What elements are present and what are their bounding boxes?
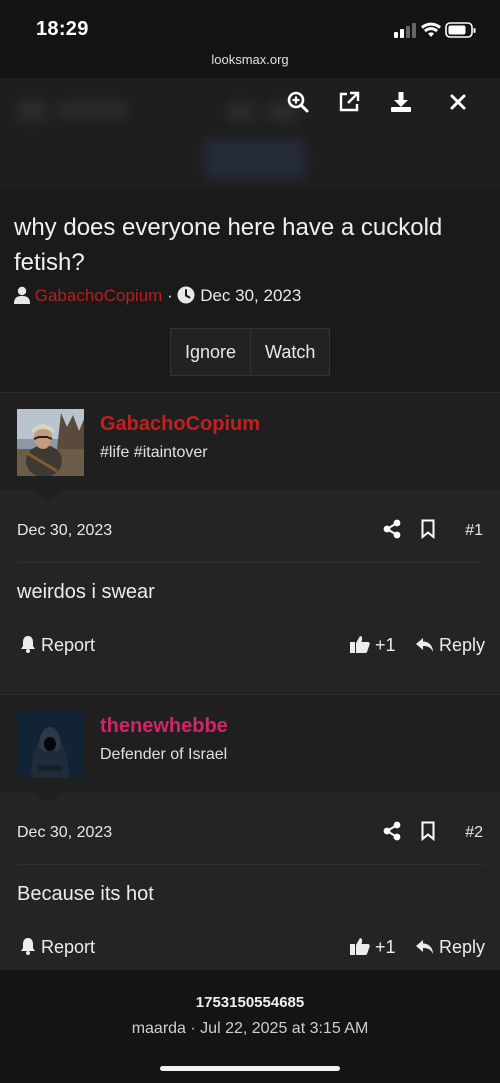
download-icon[interactable] [389,90,415,116]
close-icon[interactable] [446,90,472,116]
post: GabachoCopium #life #itaintover Dec 30, … [0,392,500,694]
report-label: Report [41,635,96,655]
status-bar: 18:29 [0,0,500,50]
thumbs-up-icon [350,636,370,653]
user-block-arrow [34,490,62,501]
report-label: Report [41,937,96,957]
thumbs-up-icon [350,938,370,955]
home-indicator[interactable] [160,1066,340,1071]
watch-button[interactable]: Watch [250,329,329,375]
signal-wifi-battery-icon [394,22,476,38]
bookmark-icon[interactable] [421,519,435,544]
status-icons [394,20,478,40]
thread-action-buttons: Ignore Watch [170,328,331,376]
ignore-button[interactable]: Ignore [171,329,250,375]
reply-icon [416,638,433,652]
post-user-title: #life #itaintover [100,444,208,461]
post-user-block: GabachoCopium #life #itaintover [0,393,500,501]
user-icon [14,286,30,309]
post-number[interactable]: #1 [465,522,483,540]
avatar[interactable] [17,711,84,778]
share-icon[interactable] [383,821,401,846]
post-username[interactable]: GabachoCopium [100,413,260,436]
url-text: looksmax.org [211,52,289,67]
post-user-block: thenewhebbe Defender of Israel [0,695,500,803]
like-button[interactable]: +1 [350,937,396,958]
url-bar[interactable]: looksmax.org [0,50,500,78]
clock-icon [177,286,195,309]
reply-label: Reply [439,635,486,655]
report-button[interactable]: Report [20,937,95,958]
avatar[interactable] [17,409,84,476]
bell-icon [21,938,35,955]
reply-icon [416,940,433,954]
share-icon[interactable] [383,519,401,544]
like-button[interactable]: +1 [350,635,396,656]
like-count: +1 [375,937,396,957]
report-button[interactable]: Report [20,635,95,656]
thread-author-link[interactable]: GabachoCopium [35,286,163,305]
post-date[interactable]: Dec 30, 2023 [17,522,112,540]
thread-title: why does everyone here have a cuckold fe… [14,214,443,276]
thread-meta: GabachoCopium · Dec 30, 2023 [14,286,301,309]
post-body: Because its hot [17,883,154,905]
meta-separator: · [167,286,173,305]
status-time: 18:29 [36,18,89,40]
user-block-arrow [34,792,62,803]
image-viewer-toolbar [286,90,486,116]
like-count: +1 [375,635,396,655]
post-number[interactable]: #2 [465,824,483,842]
post-user-title: Defender of Israel [100,746,228,763]
post-divider [17,562,484,563]
image-meta: maarda · Jul 22, 2025 at 3:15 AM [131,1020,369,1037]
post-date[interactable]: Dec 30, 2023 [17,824,112,842]
zoom-in-icon[interactable] [286,90,312,116]
post-username[interactable]: thenewhebbe [100,715,228,738]
post-divider [17,864,484,865]
bookmark-icon[interactable] [421,821,435,846]
open-external-icon[interactable] [337,90,363,116]
image-caption-footer: 1753150554685 maarda · Jul 22, 2025 at 3… [0,970,500,1083]
reply-label: Reply [439,937,486,957]
reply-button[interactable]: Reply [416,635,485,656]
bell-icon [21,636,35,653]
reply-button[interactable]: Reply [416,937,485,958]
thread-date[interactable]: Dec 30, 2023 [200,286,301,305]
post-body: weirdos i swear [17,581,155,603]
post: thenewhebbe Defender of Israel Dec 30, 2… [0,694,500,970]
image-id: 1753150554685 [195,994,305,1011]
thread-header: why does everyone here have a cuckold fe… [0,190,500,392]
